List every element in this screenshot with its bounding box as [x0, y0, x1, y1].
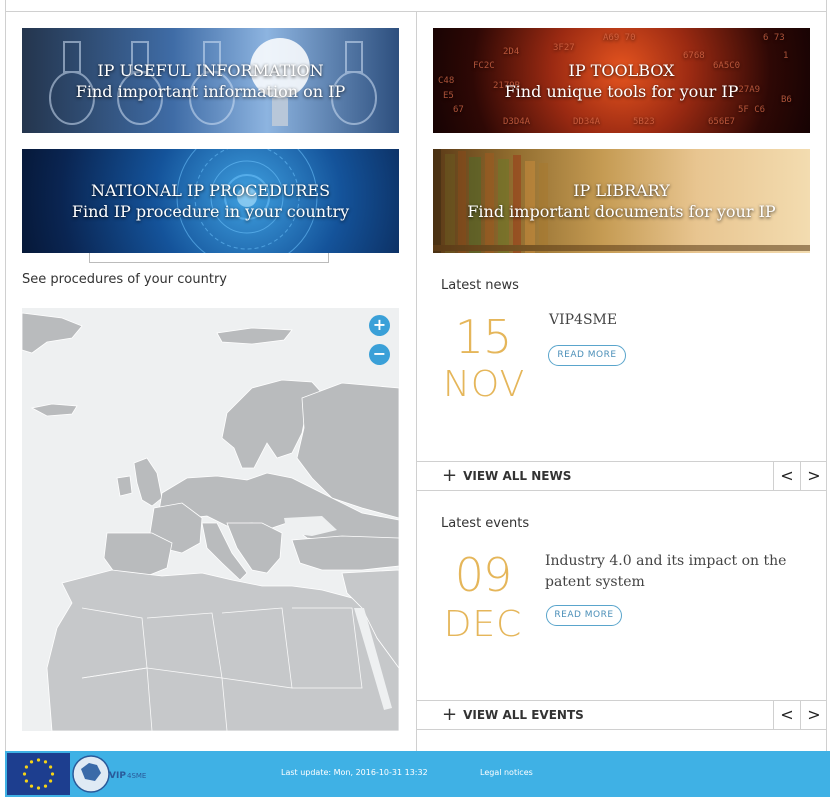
- map-title: See procedures of your country: [22, 272, 227, 287]
- event-read-more-button[interactable]: READ MORE: [546, 605, 622, 626]
- hex-text: 1: [783, 51, 788, 61]
- zoom-out-button[interactable]: −: [369, 344, 390, 365]
- map-land-svalbard: [216, 327, 293, 345]
- page: IP USEFUL INFORMATION Find important inf…: [0, 0, 830, 797]
- hex-text: 5F C6: [738, 105, 765, 115]
- event-title-line: patent system: [545, 574, 645, 590]
- hex-text: 67: [453, 105, 464, 115]
- hex-text: 656E7: [708, 117, 735, 127]
- event-title-line: Industry 4.0 and its impact on the: [545, 553, 787, 569]
- latest-news-title: Latest news: [441, 278, 519, 293]
- banner-subtitle: Find important documents for your IP: [467, 202, 776, 221]
- banner-title: IP LIBRARY: [573, 181, 670, 200]
- view-all-events-link[interactable]: + VIEW ALL EVENTS: [442, 704, 584, 725]
- events-next-button[interactable]: >: [800, 701, 827, 729]
- view-all-events-label: VIEW ALL EVENTS: [463, 708, 584, 722]
- events-prev-button[interactable]: <: [773, 701, 800, 729]
- footer: VIP 4SME Last update: Mon, 2016-10-31 13…: [5, 751, 830, 797]
- last-update-text: Last update: Mon, 2016-10-31 13:32: [281, 768, 428, 777]
- hex-text: FC2C: [473, 61, 495, 71]
- vip4sme-logo-sme: 4SME: [127, 772, 146, 780]
- news-date-day: 15: [454, 310, 513, 364]
- news-date-month: NOV: [443, 364, 526, 405]
- map-land-uk: [133, 457, 163, 507]
- news-prev-button[interactable]: <: [773, 462, 800, 490]
- map-land-turkey: [291, 535, 399, 571]
- news-read-more-button[interactable]: READ MORE: [548, 345, 626, 366]
- view-all-news-label: VIEW ALL NEWS: [463, 469, 572, 483]
- vip4sme-logo[interactable]: VIP 4SME: [71, 753, 153, 795]
- hex-text: C48: [438, 76, 454, 86]
- banner-title: IP TOOLBOX: [568, 60, 675, 80]
- news-item-title[interactable]: VIP4SME: [549, 312, 617, 328]
- eu-flag-icon: [7, 753, 70, 795]
- eu-stars: [22, 758, 55, 790]
- hex-text: 3F27: [553, 43, 575, 53]
- map-shapes: [22, 312, 399, 731]
- hex-text: A69 70: [603, 33, 636, 43]
- hex-text: 6 73: [763, 33, 785, 43]
- hex-text: 6A5C0: [713, 61, 740, 71]
- view-all-news-link[interactable]: + VIEW ALL NEWS: [442, 465, 572, 486]
- hex-text: 2D4: [503, 47, 519, 57]
- latest-events-title: Latest events: [441, 516, 530, 531]
- banner-ip-library[interactable]: IP LIBRARY Find important documents for …: [433, 149, 810, 253]
- banner-subtitle: Find unique tools for your IP: [504, 81, 739, 101]
- banner-ip-toolbox[interactable]: A69 70 2D4 6 73 FC2C 6A5C0 C48 2179B 1 6…: [433, 28, 810, 133]
- hex-text: E5: [443, 91, 454, 101]
- map-land-ireland: [116, 475, 133, 497]
- plus-icon: +: [442, 704, 458, 725]
- zoom-in-button[interactable]: +: [369, 315, 390, 336]
- banner-subtitle: Find IP procedure in your country: [71, 202, 350, 221]
- map-land-iceland: [30, 403, 78, 417]
- hex-text: D3D4A: [503, 117, 531, 127]
- banner-ip-useful-information[interactable]: IP USEFUL INFORMATION Find important inf…: [22, 28, 399, 133]
- hex-text: 6768: [683, 51, 705, 61]
- map-land-greenland: [22, 312, 83, 354]
- legal-notices-link[interactable]: Legal notices: [480, 768, 533, 777]
- view-all-events-bar: + VIEW ALL EVENTS < >: [417, 700, 827, 730]
- banner-national-ip-procedures[interactable]: NATIONAL IP PROCEDURES Find IP procedure…: [22, 149, 399, 253]
- europe-map[interactable]: [22, 308, 399, 731]
- banner-title: IP USEFUL INFORMATION: [97, 60, 324, 80]
- banner-title: NATIONAL IP PROCEDURES: [90, 181, 331, 200]
- dropdown-underline: [89, 253, 329, 263]
- news-next-button[interactable]: >: [800, 462, 827, 490]
- vip4sme-logo-vip: VIP: [109, 771, 126, 781]
- banner-subtitle: Find important information on IP: [75, 81, 346, 101]
- event-date-day: 09: [454, 548, 513, 602]
- event-date-month: DEC: [443, 604, 523, 645]
- view-all-news-bar: + VIEW ALL NEWS < >: [417, 461, 827, 491]
- hex-text: B6: [781, 95, 792, 105]
- hex-text: 5B23: [633, 117, 655, 127]
- map-land-north-africa: [46, 569, 399, 731]
- plus-icon: +: [442, 465, 458, 486]
- hex-text: DD34A: [573, 117, 601, 127]
- vip4sme-logo-mark: VIP 4SME: [72, 755, 146, 793]
- event-item-title[interactable]: Industry 4.0 and its impact on the paten…: [545, 551, 786, 593]
- top-frame: [5, 0, 827, 12]
